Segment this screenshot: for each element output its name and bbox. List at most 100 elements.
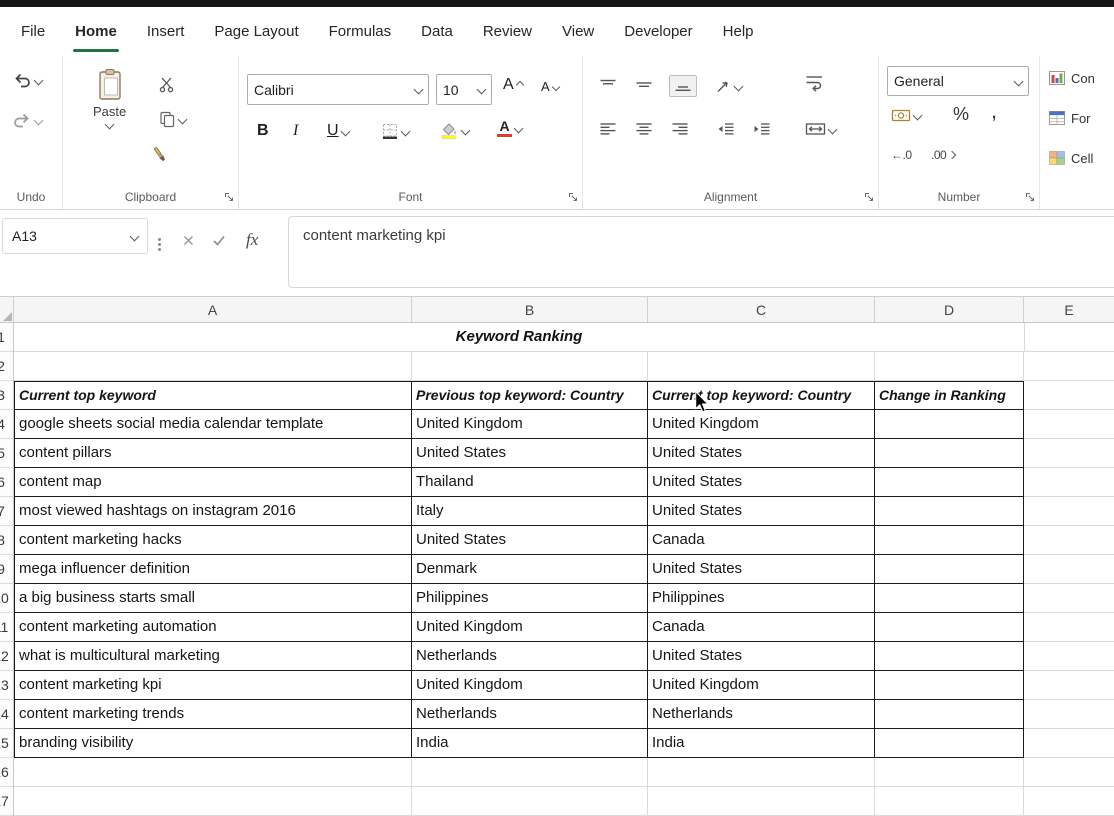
cell-previous-country[interactable]: United States	[412, 439, 648, 468]
cell-change[interactable]	[875, 439, 1024, 468]
increase-indent-button[interactable]	[753, 122, 771, 136]
cell-keyword[interactable]: google sheets social media calendar temp…	[14, 410, 412, 439]
row-header[interactable]: 1	[0, 323, 13, 352]
cell-previous-country[interactable]: Philippines	[412, 584, 648, 613]
header-cell[interactable]: Change in Ranking	[875, 381, 1024, 410]
cell[interactable]	[412, 352, 648, 381]
row-header[interactable]: 9	[0, 555, 13, 584]
cell-change[interactable]	[875, 671, 1024, 700]
cell-change[interactable]	[875, 555, 1024, 584]
cell[interactable]	[875, 787, 1024, 816]
column-header-e[interactable]: E	[1024, 297, 1114, 322]
ribbon-tab[interactable]: Help	[708, 7, 769, 56]
italic-button[interactable]: I	[293, 122, 298, 140]
cell[interactable]	[1024, 613, 1114, 642]
number-dialog-launcher[interactable]	[1025, 192, 1035, 202]
insert-function-button[interactable]: fx	[246, 230, 258, 250]
formula-input[interactable]: content marketing kpi	[288, 216, 1114, 288]
ribbon-tab[interactable]: Data	[406, 7, 468, 56]
cell-change[interactable]	[875, 642, 1024, 671]
cell-previous-country[interactable]: Netherlands	[412, 700, 648, 729]
cell-change[interactable]	[875, 584, 1024, 613]
cell-current-country[interactable]: United Kingdom	[648, 671, 875, 700]
row-header[interactable]: 12	[0, 642, 13, 671]
bottom-align-button[interactable]	[669, 75, 697, 97]
cell[interactable]	[1024, 700, 1114, 729]
cell-current-country[interactable]: United States	[648, 555, 875, 584]
format-as-table-button[interactable]: For	[1048, 110, 1091, 126]
cell-keyword[interactable]: a big business starts small	[14, 584, 412, 613]
cell[interactable]	[1024, 381, 1114, 410]
name-box[interactable]: A13	[2, 218, 148, 254]
cell-keyword[interactable]: content marketing automation	[14, 613, 412, 642]
ribbon-tab[interactable]: File	[6, 7, 60, 56]
redo-button[interactable]	[12, 112, 42, 129]
row-header[interactable]: 15	[0, 729, 13, 758]
cell[interactable]	[1024, 410, 1114, 439]
cell-keyword[interactable]: mega influencer definition	[14, 555, 412, 584]
row-header[interactable]: 10	[0, 584, 13, 613]
cell-previous-country[interactable]: United Kingdom	[412, 613, 648, 642]
merge-center-button[interactable]	[805, 122, 836, 136]
row-header[interactable]: 17	[0, 787, 13, 816]
row-header[interactable]: 6	[0, 468, 13, 497]
cell-previous-country[interactable]: United Kingdom	[412, 410, 648, 439]
comma-style-button[interactable]: ,	[991, 98, 997, 124]
wrap-text-button[interactable]	[805, 74, 824, 92]
cell[interactable]	[1024, 439, 1114, 468]
header-cell[interactable]: Current top keyword	[14, 381, 412, 410]
name-box-drag-handle[interactable]	[158, 236, 161, 253]
alignment-dialog-launcher[interactable]	[864, 192, 874, 202]
cell-current-country[interactable]: United States	[648, 439, 875, 468]
paste-button[interactable]: Paste	[93, 68, 126, 128]
column-header-d[interactable]: D	[875, 297, 1024, 322]
cell-current-country[interactable]: Netherlands	[648, 700, 875, 729]
align-right-button[interactable]	[671, 122, 689, 136]
cell[interactable]	[412, 758, 648, 787]
header-cell[interactable]: Previous top keyword: Country	[412, 381, 648, 410]
cell-keyword[interactable]: content pillars	[14, 439, 412, 468]
ribbon-tab[interactable]: Developer	[609, 7, 707, 56]
cell[interactable]	[1024, 642, 1114, 671]
cell-change[interactable]	[875, 497, 1024, 526]
row-header[interactable]: 4	[0, 410, 13, 439]
cell[interactable]	[14, 787, 412, 816]
increase-decimal-button[interactable]: ←.0	[891, 148, 912, 162]
fill-color-button[interactable]	[439, 120, 469, 140]
row-header[interactable]: 3	[0, 381, 13, 410]
ribbon-tab[interactable]: Page Layout	[199, 7, 313, 56]
number-format-select[interactable]: General	[887, 66, 1029, 96]
cell-current-country[interactable]: United States	[648, 497, 875, 526]
cell-change[interactable]	[875, 700, 1024, 729]
font-dialog-launcher[interactable]	[568, 192, 578, 202]
cell-change[interactable]	[875, 613, 1024, 642]
confirm-entry-button[interactable]	[212, 234, 226, 247]
cell[interactable]	[14, 352, 412, 381]
cell-current-country[interactable]: Canada	[648, 526, 875, 555]
cell[interactable]	[875, 352, 1024, 381]
cell-keyword[interactable]: what is multicultural marketing	[14, 642, 412, 671]
cell[interactable]	[1024, 584, 1114, 613]
cell-styles-button[interactable]: Cell	[1048, 150, 1093, 166]
cell[interactable]	[648, 758, 875, 787]
percent-style-button[interactable]: %	[953, 104, 969, 125]
cell[interactable]	[412, 787, 648, 816]
row-header[interactable]: 7	[0, 497, 13, 526]
cell[interactable]	[1024, 787, 1114, 816]
cell-current-country[interactable]: Philippines	[648, 584, 875, 613]
accounting-format-button[interactable]	[891, 108, 921, 123]
cell[interactable]	[648, 787, 875, 816]
cell-previous-country[interactable]: United Kingdom	[412, 671, 648, 700]
cell-current-country[interactable]: United States	[648, 468, 875, 497]
sheet-title-cell[interactable]: Keyword Ranking	[14, 323, 1024, 352]
cell[interactable]	[1024, 352, 1114, 381]
cell-current-country[interactable]: India	[648, 729, 875, 758]
cell[interactable]	[1024, 497, 1114, 526]
decrease-indent-button[interactable]	[717, 122, 735, 136]
undo-button[interactable]	[12, 72, 42, 89]
row-header[interactable]: 13	[0, 671, 13, 700]
ribbon-tab[interactable]: Insert	[132, 7, 200, 56]
row-header[interactable]: 5	[0, 439, 13, 468]
cell[interactable]	[1024, 468, 1114, 497]
decrease-decimal-button[interactable]: .00	[931, 148, 955, 162]
